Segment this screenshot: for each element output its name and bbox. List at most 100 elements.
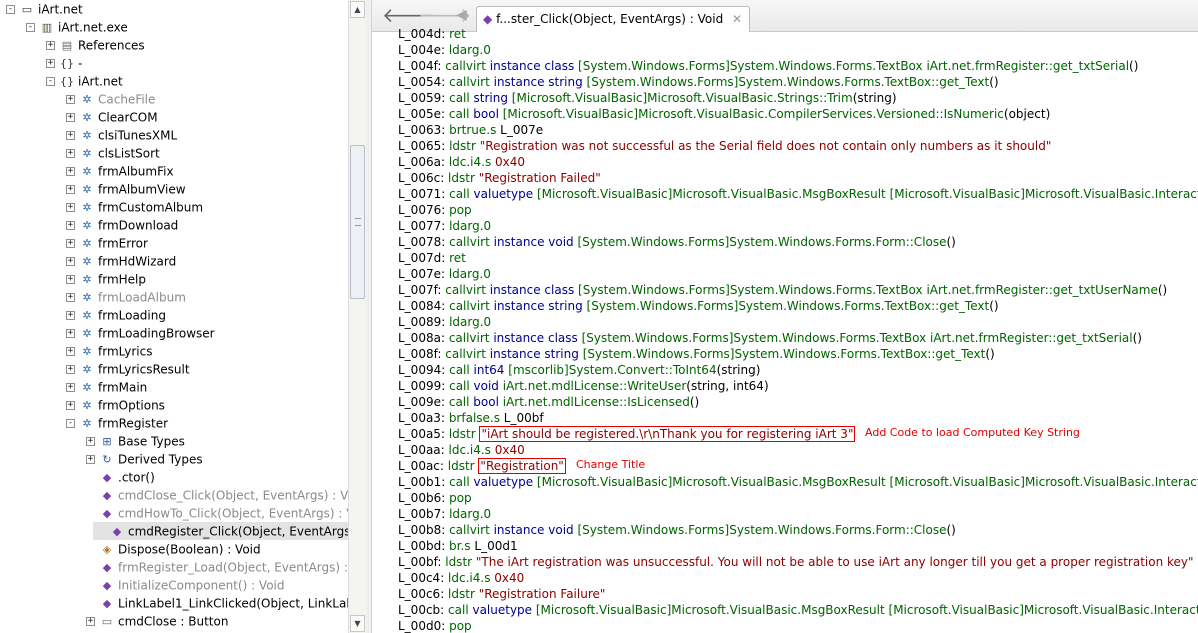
collapse-icon[interactable]: -: [66, 419, 75, 428]
expand-icon[interactable]: +: [66, 365, 75, 374]
expand-icon[interactable]: +: [86, 455, 95, 464]
il-line[interactable]: L_004d: ret: [398, 26, 466, 42]
assembly-tree[interactable]: - ▭ iArt.net - ▥ iArt.net.exe + ▤ References +{} -…: [0, 0, 348, 633]
tree-item[interactable]: + ✲ frmMain: [66, 378, 147, 396]
il-line[interactable]: L_008f: callvirt instance string [System…: [398, 346, 995, 362]
tree-item[interactable]: + ▭ cmdClose : Button: [86, 612, 228, 630]
il-line[interactable]: L_00c6: ldstr "Registration Failure": [398, 586, 605, 602]
tree-item[interactable]: ◈ Dispose(Boolean) : Void: [86, 540, 261, 558]
expand-icon[interactable]: +: [66, 167, 75, 176]
tab-method[interactable]: ◆ f...ster_Click(Object, EventArgs) : Vo…: [476, 6, 750, 32]
il-line[interactable]: L_0089: ldarg.0: [398, 314, 491, 330]
il-line[interactable]: L_009e: call bool iArt.net.mdlLicense::I…: [398, 394, 699, 410]
tab-scroll-left-icon[interactable]: ◀: [456, 3, 467, 27]
il-line[interactable]: L_00b7: ldarg.0: [398, 506, 491, 522]
il-line[interactable]: L_00b8: callvirt instance void [System.W…: [398, 522, 956, 538]
expand-icon[interactable]: +: [66, 203, 75, 212]
il-line[interactable]: L_00b1: call valuetype [Microsoft.Visual…: [398, 474, 1198, 490]
tree-item[interactable]: -{} iArt.net: [46, 72, 123, 90]
tree-item[interactable]: + ✲ frmHdWizard: [66, 252, 176, 270]
il-line[interactable]: L_0065: ldstr "Registration was not succ…: [398, 138, 1051, 154]
il-line[interactable]: L_0099: call void iArt.net.mdlLicense::W…: [398, 378, 769, 394]
il-line[interactable]: L_00d0: pop: [398, 618, 472, 633]
expand-icon[interactable]: +: [66, 131, 75, 140]
expand-icon[interactable]: +: [86, 437, 95, 446]
tree-item[interactable]: + {} -: [46, 54, 82, 72]
expand-icon[interactable]: +: [66, 383, 75, 392]
expand-icon[interactable]: +: [66, 401, 75, 410]
il-line[interactable]: L_0054: callvirt instance string [System…: [398, 74, 999, 90]
expand-icon[interactable]: +: [66, 275, 75, 284]
tree-item[interactable]: + ✲ frmLyrics: [66, 342, 152, 360]
collapse-icon[interactable]: -: [26, 23, 35, 32]
tree-item[interactable]: ◆ cmdHowTo_Click(Object, EventArgs) : Voi…: [86, 504, 348, 522]
tree-item[interactable]: - ✲ frmRegister: [66, 414, 168, 432]
expand-icon[interactable]: +: [66, 329, 75, 338]
tree-item[interactable]: + ↻ Derived Types: [86, 450, 203, 468]
il-line[interactable]: L_0063: brtrue.s L_007e: [398, 122, 543, 138]
tree-item[interactable]: + ✲ frmLoading: [66, 306, 166, 324]
tree-item[interactable]: ◆ cmdClose_Click(Object, EventArgs) : Voi…: [86, 486, 348, 504]
expand-icon[interactable]: +: [66, 239, 75, 248]
tree-item[interactable]: ◆ InitializeComponent() : Void: [86, 576, 285, 594]
tree-item[interactable]: + ✲ frmLoadAlbum: [66, 288, 186, 306]
il-line[interactable]: L_0059: call string [Microsoft.VisualBas…: [398, 90, 897, 106]
il-line[interactable]: L_006c: ldstr "Registration Failed": [398, 170, 601, 186]
il-line[interactable]: L_004e: ldarg.0: [398, 42, 491, 58]
il-line[interactable]: L_0084: callvirt instance string [System…: [398, 298, 999, 314]
tree-item[interactable]: + ✲ CacheFile: [66, 90, 155, 108]
tree-item[interactable]: - ▥ iArt.net.exe: [26, 18, 128, 36]
il-line[interactable]: L_0078: callvirt instance void [System.W…: [398, 234, 956, 250]
tree-item[interactable]: ◆ cmdRegister_Click(Object, EventArgs) : …: [93, 522, 348, 540]
il-line[interactable]: L_00c4: ldc.i4.s 0x40: [398, 570, 524, 586]
collapse-icon[interactable]: -: [46, 77, 55, 86]
il-line[interactable]: L_004f: callvirt instance class [System.…: [398, 58, 1138, 74]
il-line[interactable]: L_00a5: ldstr "iArt should be registered…: [398, 426, 856, 442]
il-line[interactable]: L_0076: pop: [398, 202, 472, 218]
tree-item[interactable]: + ✲ frmLoadingBrowser: [66, 324, 215, 342]
il-line[interactable]: L_00bd: br.s L_00d1: [398, 538, 518, 554]
tree-item[interactable]: + ✲ frmHelp: [66, 270, 146, 288]
il-line[interactable]: L_00bf: ldstr "The iArt registration was…: [398, 554, 1194, 570]
tree-item[interactable]: + ✲ frmLyricsResult: [66, 360, 190, 378]
il-line[interactable]: L_00aa: ldc.i4.s 0x40: [398, 442, 525, 458]
expand-icon[interactable]: +: [66, 95, 75, 104]
expand-icon[interactable]: +: [66, 257, 75, 266]
il-line[interactable]: L_008a: callvirt instance class [System.…: [398, 330, 1142, 346]
il-line[interactable]: L_007e: ldarg.0: [398, 266, 491, 282]
expand-icon[interactable]: +: [46, 41, 55, 50]
expand-icon[interactable]: +: [66, 347, 75, 356]
tree-item[interactable]: + ✲ clsiTunesXML: [66, 126, 177, 144]
collapse-icon[interactable]: -: [6, 5, 15, 14]
il-line[interactable]: L_00cb: call valuetype [Microsoft.Visual…: [398, 602, 1198, 618]
expand-icon[interactable]: +: [66, 113, 75, 122]
tree-item[interactable]: + ⊞ Base Types: [86, 432, 185, 450]
tree-item[interactable]: + ✲ frmDownload: [66, 216, 178, 234]
tree-scrollbar[interactable]: ▲ ▼: [348, 0, 366, 633]
tree-item[interactable]: ◆ .ctor(): [86, 468, 155, 486]
il-line[interactable]: L_007f: callvirt instance class [System.…: [398, 282, 1167, 298]
tree-item[interactable]: + ✲ frmAlbumView: [66, 180, 186, 198]
expand-icon[interactable]: +: [66, 185, 75, 194]
expand-icon[interactable]: +: [86, 617, 95, 626]
expand-icon[interactable]: +: [66, 293, 75, 302]
scroll-down-arrow-icon[interactable]: ▼: [350, 615, 365, 632]
il-line[interactable]: L_00ac: ldstr "Registration": [398, 458, 566, 474]
scroll-up-arrow-icon[interactable]: ▲: [350, 1, 365, 18]
tree-item[interactable]: + ▤ References: [46, 36, 145, 54]
il-line[interactable]: L_00b6: pop: [398, 490, 472, 506]
il-line[interactable]: L_0094: call int64 [mscorlib]System.Conv…: [398, 362, 760, 378]
expand-icon[interactable]: +: [46, 59, 55, 68]
tree-item[interactable]: + ✲ frmAlbumFix: [66, 162, 174, 180]
tree-item[interactable]: + ✲ frmError: [66, 234, 148, 252]
expand-icon[interactable]: +: [66, 311, 75, 320]
scroll-thumb[interactable]: [350, 145, 365, 299]
tab-close-icon[interactable]: ✕: [732, 7, 742, 31]
tree-item[interactable]: + ✲ frmCustomAlbum: [66, 198, 203, 216]
tree-item[interactable]: + ✲ frmOptions: [66, 396, 165, 414]
tree-item[interactable]: - ▭ iArt.net: [6, 0, 83, 18]
expand-icon[interactable]: +: [66, 149, 75, 158]
tree-item[interactable]: ◆ LinkLabel1_LinkClicked(Object, LinkLabe…: [86, 594, 348, 612]
il-line[interactable]: L_006a: ldc.i4.s 0x40: [398, 154, 525, 170]
il-line[interactable]: L_0077: ldarg.0: [398, 218, 491, 234]
